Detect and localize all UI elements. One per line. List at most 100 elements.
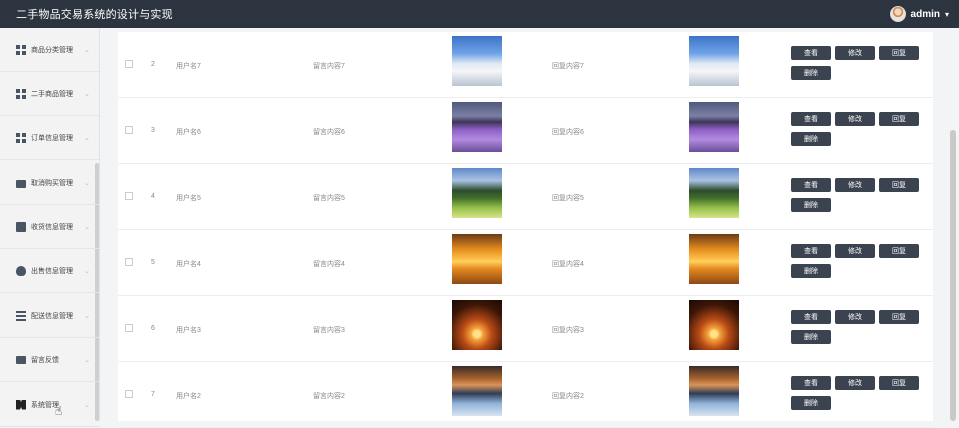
chevron-down-icon: ⌄ — [84, 223, 90, 231]
sidebar-item[interactable]: 订单信息管理 ⌄ — [0, 116, 100, 160]
chevron-down-icon: ⌄ — [84, 356, 90, 364]
briefcase-icon — [16, 179, 26, 188]
row-index: 2 — [151, 61, 155, 68]
message-cell: 留言内容4 — [313, 261, 345, 268]
reply-image — [689, 234, 739, 284]
row-index: 4 — [151, 193, 155, 200]
user-name[interactable]: admin — [911, 9, 940, 20]
delete-button[interactable]: 删除 — [791, 66, 831, 80]
user-name-cell: 用户名2 — [176, 393, 201, 400]
message-image — [452, 234, 502, 284]
table-row: 7 用户名2 留言内容2 回复内容2 查看 修改 回复 删除 — [118, 362, 933, 428]
sidebar-item-label: 二手商品管理 — [31, 90, 73, 98]
user-menu[interactable]: admin ▾ — [889, 6, 949, 22]
row-index: 5 — [151, 259, 155, 266]
page-scrollbar[interactable] — [950, 130, 956, 421]
sidebar-item-label: 配送信息管理 — [31, 312, 73, 320]
sidebar-item-label: 留言反馈 — [31, 356, 59, 364]
view-button[interactable]: 查看 — [791, 46, 831, 60]
table-row: 4 用户名5 留言内容5 回复内容5 查看 修改 回复 删除 — [118, 164, 933, 230]
message-table: 2 用户名7 留言内容7 回复内容7 查看 修改 回复 删除 3 用户名6 留言内容6 回复内容6 查看… — [118, 32, 933, 428]
sidebar-item[interactable]: 商品分类管理 ⌄ — [0, 28, 100, 72]
delete-button[interactable]: 删除 — [791, 198, 831, 212]
message-image — [452, 300, 502, 350]
delete-button[interactable]: 删除 — [791, 330, 831, 344]
sidebar-item[interactable]: 收货信息管理 ⌄ — [0, 205, 100, 249]
edit-button[interactable]: 修改 — [835, 178, 875, 192]
row-checkbox[interactable] — [125, 126, 133, 134]
row-checkbox[interactable] — [125, 192, 133, 200]
top-bar: 二手物品交易系统的设计与实现 admin ▾ — [0, 0, 959, 28]
view-button[interactable]: 查看 — [791, 244, 831, 258]
user-name-cell: 用户名5 — [176, 195, 201, 202]
grid-icon — [16, 88, 26, 99]
message-image — [452, 366, 502, 416]
chevron-down-icon: ⌄ — [84, 134, 90, 142]
row-checkbox[interactable] — [125, 60, 133, 68]
avatar[interactable] — [889, 6, 906, 22]
chevron-down-icon: ⌄ — [84, 267, 90, 275]
reply-image — [689, 168, 739, 218]
reply-cell: 回复内容3 — [552, 327, 584, 334]
row-checkbox[interactable] — [125, 324, 133, 332]
sidebar-item[interactable]: 二手商品管理 ⌄ — [0, 72, 100, 116]
list-icon — [16, 310, 26, 321]
caret-down-icon[interactable]: ▾ — [945, 10, 949, 19]
delete-button[interactable]: 删除 — [791, 396, 831, 410]
sidebar-item[interactable]: 留言反馈 ⌄ — [0, 338, 100, 382]
monitor-icon — [16, 355, 26, 364]
reply-cell: 回复内容6 — [552, 129, 584, 136]
message-cell: 留言内容6 — [313, 129, 345, 136]
row-index: 7 — [151, 391, 155, 398]
sidebar-item-label: 订单信息管理 — [31, 134, 73, 142]
view-button[interactable]: 查看 — [791, 376, 831, 390]
row-checkbox[interactable] — [125, 258, 133, 266]
chevron-down-icon: ⌄ — [84, 179, 90, 187]
table-row: 5 用户名4 留言内容4 回复内容4 查看 修改 回复删除 — [118, 230, 933, 296]
table-row: 2 用户名7 留言内容7 回复内容7 查看 修改 回复 删除 — [118, 32, 933, 98]
delete-button[interactable]: 删除 — [791, 132, 831, 146]
reply-button[interactable]: 回复 — [879, 376, 919, 390]
app-title: 二手物品交易系统的设计与实现 — [16, 9, 173, 21]
row-index: 6 — [151, 325, 155, 332]
sidebar-item-label: 商品分类管理 — [31, 46, 73, 54]
reply-cell: 回复内容5 — [552, 195, 584, 202]
sidebar-item[interactable]: 系统管理 ⌄ — [0, 383, 100, 427]
grid-icon — [16, 132, 26, 143]
chevron-down-icon: ⌄ — [84, 90, 90, 98]
sidebar-item[interactable]: 配送信息管理 ⌄ — [0, 294, 100, 338]
ticket-icon — [16, 399, 26, 410]
reply-image — [689, 366, 739, 416]
table-row: 3 用户名6 留言内容6 回复内容6 查看 修改 回复 删除 — [118, 98, 933, 164]
chevron-down-icon: ⌄ — [84, 46, 90, 54]
reply-button[interactable]: 回复 — [879, 244, 919, 258]
main-content: 2 用户名7 留言内容7 回复内容7 查看 修改 回复 删除 3 用户名6 留言内容6 回复内容6 查看… — [100, 28, 959, 428]
edit-button[interactable]: 修改 — [835, 244, 875, 258]
edit-button[interactable]: 修改 — [835, 46, 875, 60]
reply-button[interactable]: 回复 — [879, 112, 919, 126]
edit-button[interactable]: 修改 — [835, 310, 875, 324]
sidebar-item[interactable]: 取消购买管理 ⌄ — [0, 161, 100, 205]
reply-button[interactable]: 回复 — [879, 310, 919, 324]
edit-button[interactable]: 修改 — [835, 376, 875, 390]
reply-image — [689, 36, 739, 86]
chevron-down-icon: ⌄ — [84, 401, 90, 409]
reply-cell: 回复内容2 — [552, 393, 584, 400]
row-checkbox[interactable] — [125, 390, 133, 398]
sidebar-item-label: 取消购买管理 — [31, 179, 73, 187]
delete-button[interactable]: 删除 — [791, 264, 831, 278]
view-button[interactable]: 查看 — [791, 310, 831, 324]
view-button[interactable]: 查看 — [791, 178, 831, 192]
reply-button[interactable]: 回复 — [879, 178, 919, 192]
sidebar-item[interactable]: 出售信息管理 ⌄ — [0, 249, 100, 293]
reply-button[interactable]: 回复 — [879, 46, 919, 60]
sidebar-item-label: 收货信息管理 — [31, 223, 73, 231]
message-cell: 留言内容3 — [313, 327, 345, 334]
bulb-icon — [16, 265, 26, 276]
user-name-cell: 用户名4 — [176, 261, 201, 268]
sidebar: 商品分类管理 ⌄ 二手商品管理 ⌄ 订单信息管理 ⌄ 取消购买管理 ⌄ 收货信息管理 ⌄ 出售信息管… — [0, 28, 100, 427]
view-button[interactable]: 查看 — [791, 112, 831, 126]
user-name-cell: 用户名6 — [176, 129, 201, 136]
edit-button[interactable]: 修改 — [835, 112, 875, 126]
reply-cell: 回复内容4 — [552, 261, 584, 268]
